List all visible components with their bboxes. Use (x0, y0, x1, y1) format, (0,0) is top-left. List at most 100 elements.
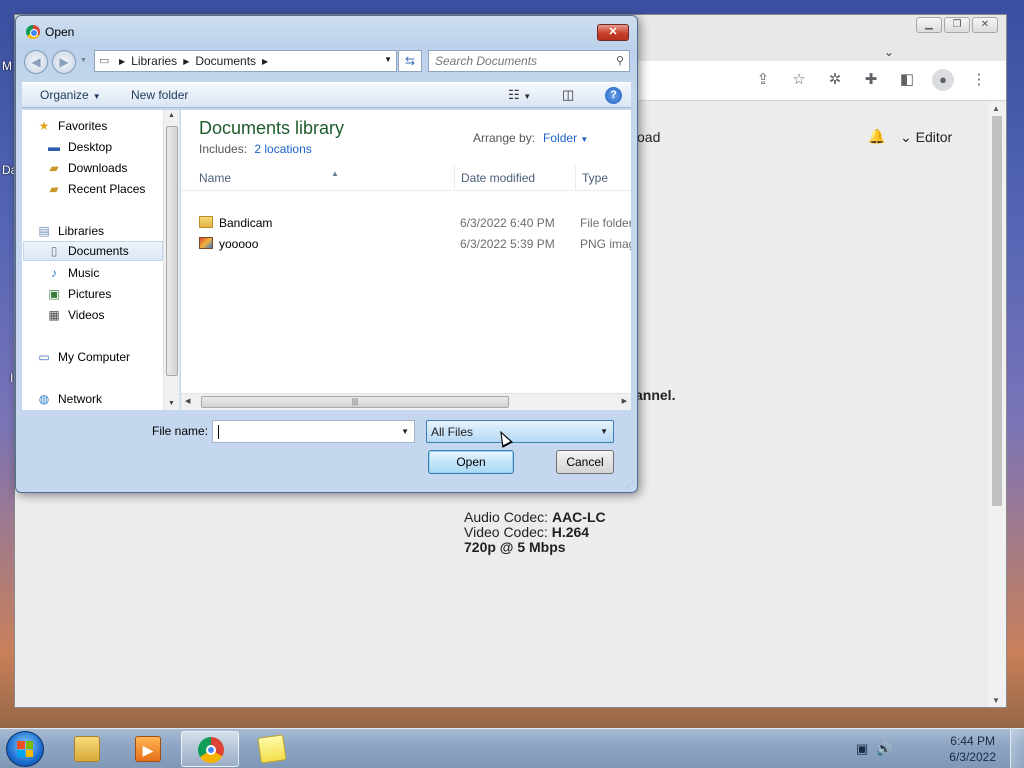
editor-menu[interactable]: ⌄ Editor (900, 129, 952, 146)
minimize-button[interactable]: ▁ (916, 17, 942, 33)
cancel-button[interactable]: Cancel (556, 450, 614, 474)
file-name-combobox[interactable]: ▼ (212, 420, 415, 443)
arrange-by-dropdown[interactable]: Folder ▼ (543, 131, 588, 145)
channel-text: annel. (635, 387, 676, 403)
nav-item-downloads[interactable]: ▰ Downloads (46, 158, 163, 178)
open-button[interactable]: Open (428, 450, 514, 474)
nav-item-music[interactable]: ♪ Music (46, 263, 163, 283)
nav-item-documents[interactable]: ▯ Documents (23, 241, 163, 261)
scroll-down-arrow[interactable]: ▼ (992, 696, 1000, 705)
file-row-yooooo[interactable]: yooooo 6/3/2022 5:39 PM PNG image (181, 234, 631, 254)
help-icon[interactable]: ? (605, 87, 622, 104)
forward-arrow-icon[interactable]: ▶ (52, 50, 76, 74)
clock[interactable]: 6:44 PM 6/3/2022 (949, 733, 996, 765)
nav-item-videos[interactable]: ▦ Videos (46, 305, 163, 325)
nav-item-desktop[interactable]: ▬ Desktop (46, 137, 163, 157)
file-list-pane: Documents library Includes: 2 locations … (181, 110, 631, 410)
bookmark-star-icon[interactable]: ☆ (788, 69, 810, 91)
dialog-title-bar: Open (26, 25, 74, 39)
recent-places-icon: ▰ (49, 182, 59, 196)
close-window-button[interactable]: ✕ (972, 17, 998, 33)
address-bar[interactable]: ▭ ▶ Libraries ▶ Documents ▶ ▼ (94, 50, 397, 72)
breadcrumb-documents[interactable]: Documents (195, 54, 256, 68)
nav-scroll-thumb[interactable] (166, 126, 178, 376)
taskbar-app-sticky-notes[interactable] (243, 731, 301, 767)
recent-locations-dropdown-icon[interactable]: ▼ (80, 57, 87, 64)
organize-label: Organize (40, 88, 89, 102)
address-folder-icon: ▭ (99, 55, 110, 67)
nav-my-computer-label: My Computer (58, 350, 131, 364)
desktop-label-1: M (2, 59, 12, 73)
nav-scrollbar[interactable]: ▲ ▼ (163, 110, 179, 410)
includes-locations-link[interactable]: 2 locations (254, 142, 311, 156)
file-list-hscrollbar[interactable]: ◀ ||| ▶ (181, 393, 631, 410)
back-arrow-icon[interactable]: ◀ (24, 50, 48, 74)
address-dropdown-icon[interactable]: ▼ (384, 55, 392, 64)
nav-item-label: Downloads (68, 161, 128, 175)
nav-item-pictures[interactable]: ▣ Pictures (46, 284, 163, 304)
file-date: 6/3/2022 6:40 PM (460, 216, 555, 230)
column-name[interactable]: Name ▲ (193, 165, 455, 191)
file-name-dropdown-icon[interactable]: ▼ (401, 427, 409, 436)
search-icon[interactable]: ⚲ (616, 54, 624, 67)
nav-libraries[interactable]: ▤ Libraries (36, 221, 163, 241)
dialog-close-button[interactable]: ✕ (597, 24, 629, 41)
taskbar-app-media-player[interactable]: ▶ (119, 731, 177, 767)
more-menu-icon[interactable]: ⋮ (968, 69, 990, 91)
network-icon[interactable]: ▣ (856, 741, 868, 757)
page-scrollbar[interactable]: ▲ ▼ (988, 102, 1006, 707)
page-link-fragment[interactable]: oad (637, 129, 660, 145)
breadcrumb-separator-icon[interactable]: ▶ (262, 57, 268, 66)
notification-bell-icon[interactable]: 🔔 (868, 128, 885, 145)
desktop-label-3: I (10, 371, 14, 385)
volume-icon[interactable]: 🔊 (876, 741, 892, 757)
preview-pane-icon[interactable]: ◫ (562, 87, 574, 103)
file-type-value: All Files (431, 425, 474, 439)
breadcrumb-separator-icon[interactable]: ▶ (119, 57, 125, 66)
file-row-bandicam[interactable]: Bandicam 6/3/2022 6:40 PM File folder (181, 213, 631, 233)
profile-avatar-icon[interactable]: ● (932, 69, 954, 91)
extensions-puzzle-icon[interactable]: ✚ (860, 69, 882, 91)
scroll-down-arrow[interactable]: ▼ (168, 400, 175, 407)
scroll-thumb[interactable] (992, 116, 1002, 506)
nav-item-label: Desktop (68, 140, 113, 154)
start-button[interactable] (6, 731, 44, 767)
resize-grip-icon[interactable]: ⋰ (626, 480, 634, 489)
scroll-up-arrow[interactable]: ▲ (168, 112, 175, 119)
taskbar: ▶ ▣ 🔊 6:44 PM 6/3/2022 (0, 728, 1024, 768)
view-options-icon[interactable]: ☷ ▼ (508, 87, 531, 103)
column-type[interactable]: Type (576, 165, 631, 191)
column-date-modified[interactable]: Date modified (455, 165, 576, 191)
taskbar-app-explorer[interactable] (58, 731, 116, 767)
nav-my-computer[interactable]: ▭ My Computer (36, 347, 163, 367)
nav-network[interactable]: ◍ Network (36, 389, 163, 409)
file-name: Bandicam (219, 216, 273, 230)
show-desktop-button[interactable] (1010, 729, 1024, 768)
search-input[interactable] (435, 54, 605, 68)
nav-favorites-label: Favorites (58, 119, 108, 133)
tab-search-button[interactable]: ⌄ (884, 45, 894, 59)
share-icon[interactable]: ⇪ (752, 69, 774, 91)
file-name: yooooo (219, 237, 259, 251)
side-panel-icon[interactable]: ◧ (896, 69, 918, 91)
breadcrumb-separator-icon[interactable]: ▶ (183, 57, 189, 66)
nav-favorites[interactable]: ★ Favorites (36, 116, 163, 136)
scroll-left-arrow[interactable]: ◀ (185, 397, 190, 405)
library-includes: Includes: 2 locations (199, 142, 312, 156)
scroll-up-arrow[interactable]: ▲ (992, 104, 1000, 113)
media-player-icon: ▶ (135, 736, 161, 762)
text-caret (218, 425, 219, 439)
extension-bug-icon[interactable]: ✲ (824, 69, 846, 91)
taskbar-app-chrome[interactable] (181, 731, 239, 767)
nav-item-recent-places[interactable]: ▰ Recent Places (46, 179, 163, 199)
organize-button[interactable]: Organize ▼ (40, 88, 101, 102)
maximize-button[interactable]: ❐ (944, 17, 970, 33)
refresh-icon[interactable]: ⇆ (398, 50, 422, 72)
file-type-select[interactable]: All Files ▼ (426, 420, 614, 443)
new-folder-button[interactable]: New folder (131, 88, 188, 102)
file-name-input[interactable] (217, 424, 393, 438)
scroll-right-arrow[interactable]: ▶ (622, 397, 627, 405)
search-box[interactable]: ⚲ (428, 50, 630, 72)
hscroll-thumb[interactable]: ||| (201, 396, 509, 408)
breadcrumb-libraries[interactable]: Libraries (131, 54, 177, 68)
